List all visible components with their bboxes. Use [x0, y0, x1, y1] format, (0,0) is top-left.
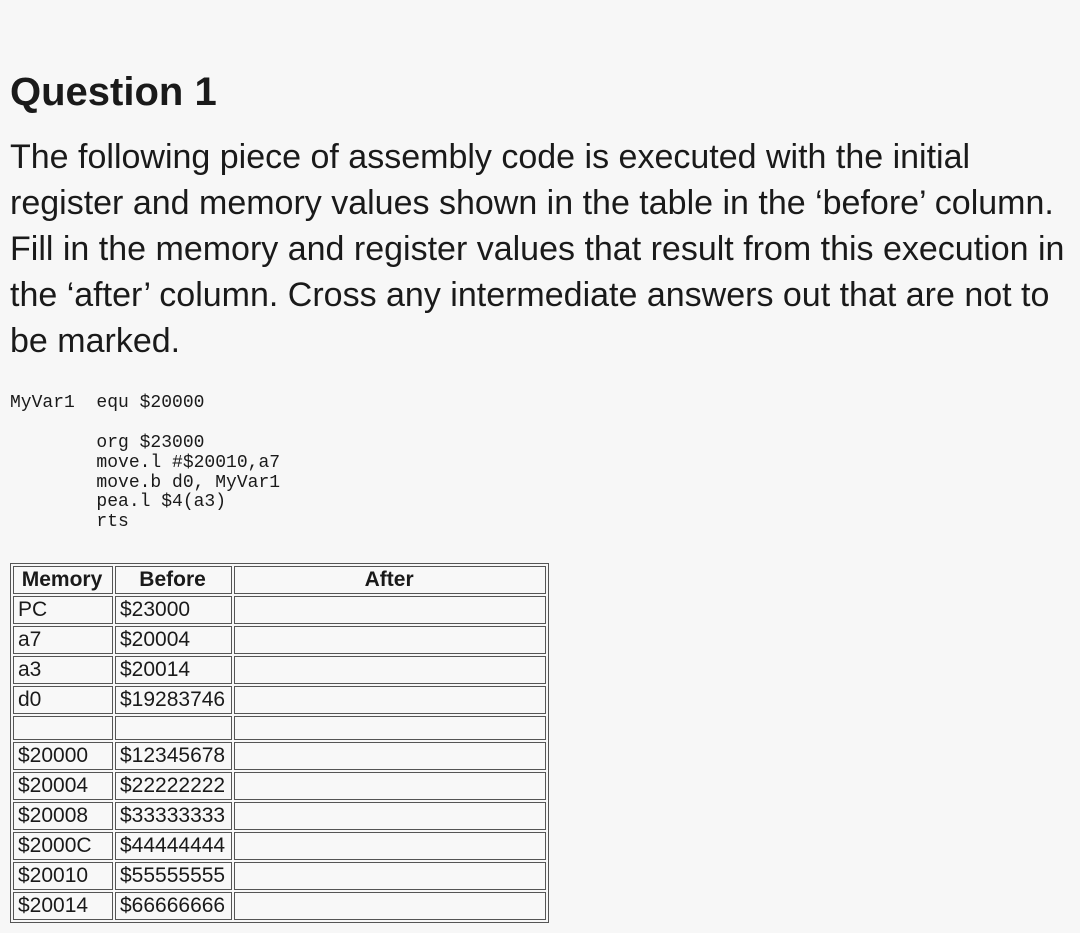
- table-row: PC $23000: [13, 596, 546, 624]
- table-row: $20000 $12345678: [13, 742, 546, 770]
- cell-after[interactable]: [234, 772, 546, 800]
- table-row: a3 $20014: [13, 656, 546, 684]
- cell-after[interactable]: [234, 832, 546, 860]
- table-row: $20004 $22222222: [13, 772, 546, 800]
- cell-before: $23000: [115, 596, 232, 624]
- cell-before: $44444444: [115, 832, 232, 860]
- table-row: $20010 $55555555: [13, 862, 546, 890]
- cell-before: $22222222: [115, 772, 232, 800]
- cell-before: $66666666: [115, 892, 232, 920]
- table-header-memory: Memory: [13, 566, 113, 594]
- cell-memory: d0: [13, 686, 113, 714]
- cell-after[interactable]: [234, 686, 546, 714]
- register-memory-table: Memory Before After PC $23000 a7 $20004 …: [10, 563, 549, 923]
- cell-after[interactable]: [234, 892, 546, 920]
- cell-memory: $20004: [13, 772, 113, 800]
- assembly-code-block: MyVar1 equ $20000 org $23000 move.l #$20…: [10, 394, 1070, 533]
- table-row: $2000C $44444444: [13, 832, 546, 860]
- cell-empty: [115, 716, 232, 740]
- table-spacer-row: [13, 716, 546, 740]
- cell-before: $12345678: [115, 742, 232, 770]
- cell-after[interactable]: [234, 862, 546, 890]
- cell-after[interactable]: [234, 626, 546, 654]
- cell-memory: $2000C: [13, 832, 113, 860]
- table-row: d0 $19283746: [13, 686, 546, 714]
- table-header-after: After: [234, 566, 546, 594]
- cell-before: $19283746: [115, 686, 232, 714]
- cell-memory: a7: [13, 626, 113, 654]
- cell-before: $33333333: [115, 802, 232, 830]
- cell-empty: [13, 716, 113, 740]
- cell-before: $55555555: [115, 862, 232, 890]
- cell-memory: a3: [13, 656, 113, 684]
- cell-after[interactable]: [234, 596, 546, 624]
- table-header-before: Before: [115, 566, 232, 594]
- cell-empty: [234, 716, 546, 740]
- table-row: a7 $20004: [13, 626, 546, 654]
- question-prompt: The following piece of assembly code is …: [10, 135, 1070, 364]
- cell-after[interactable]: [234, 802, 546, 830]
- cell-before: $20014: [115, 656, 232, 684]
- cell-before: $20004: [115, 626, 232, 654]
- cell-memory: $20008: [13, 802, 113, 830]
- table-row: $20008 $33333333: [13, 802, 546, 830]
- cell-memory: $20014: [13, 892, 113, 920]
- cell-memory: $20010: [13, 862, 113, 890]
- cell-after[interactable]: [234, 656, 546, 684]
- cell-memory: $20000: [13, 742, 113, 770]
- cell-after[interactable]: [234, 742, 546, 770]
- cell-memory: PC: [13, 596, 113, 624]
- table-row: $20014 $66666666: [13, 892, 546, 920]
- question-title: Question 1: [10, 70, 1070, 115]
